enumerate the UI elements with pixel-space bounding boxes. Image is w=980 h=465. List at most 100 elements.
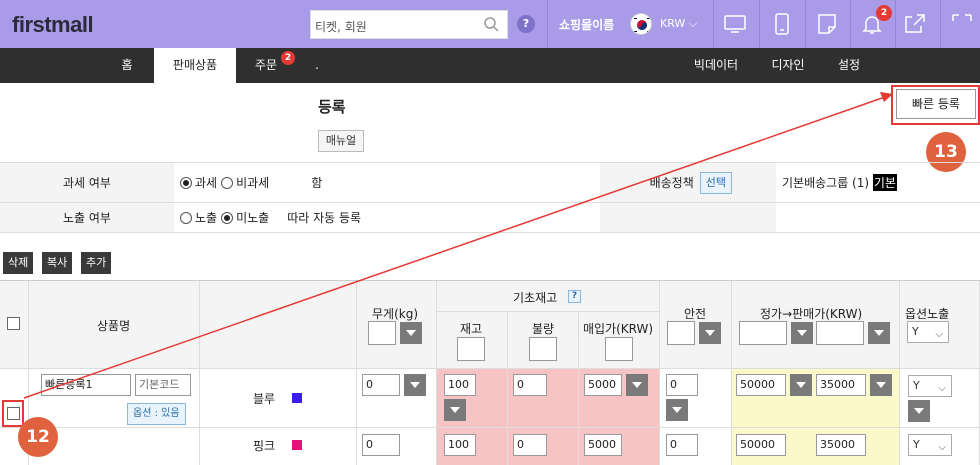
tax-on-label: 과세 — [195, 176, 218, 190]
sale-price-batch-input[interactable] — [816, 321, 864, 345]
row1-purchase-dropdown[interactable] — [626, 374, 648, 396]
defect-batch-input[interactable] — [529, 337, 557, 361]
purchase-batch-input[interactable] — [605, 337, 633, 361]
menu-design[interactable]: 디자인 — [760, 48, 816, 83]
menu-home[interactable]: 홈 — [108, 48, 146, 83]
menu-bigdata[interactable]: 빅데이터 — [682, 48, 750, 83]
tax-off-label: 비과세 — [236, 176, 270, 190]
blue-swatch — [292, 393, 302, 403]
weight-batch-input[interactable] — [368, 321, 396, 345]
row2-stock-input[interactable]: 100 — [444, 434, 476, 456]
row2-list-price-input[interactable]: 50000 — [736, 434, 786, 456]
external-link-icon[interactable] — [903, 12, 927, 36]
help-icon[interactable]: ? — [568, 290, 581, 303]
divider — [940, 0, 941, 48]
row2-option-display-value: Y — [913, 438, 920, 451]
tax-on-radio[interactable] — [180, 176, 192, 189]
row1-option-display-cell: Y ⌵ — [900, 369, 980, 428]
header-weight: 무게(kg) — [372, 307, 419, 321]
header-product-name: 상품명 — [97, 319, 131, 333]
row2-safety-cell: 0 — [660, 428, 732, 465]
divider — [850, 0, 851, 48]
mobile-icon[interactable] — [770, 12, 794, 36]
product-option-table: 상품명 무게(kg) 기초재고 ? 재고 불량 매입가(KRW) 안전 정가→판… — [0, 280, 980, 465]
row1-option-display-dropdown[interactable] — [908, 400, 930, 422]
expand-icon[interactable] — [950, 12, 974, 36]
list-price-batch-input[interactable] — [739, 321, 787, 345]
row1-defect-input[interactable]: 0 — [513, 374, 547, 396]
row1-list-price-dropdown[interactable] — [790, 374, 812, 396]
manual-button[interactable]: 매뉴얼 — [318, 130, 364, 152]
row1-safety-input[interactable]: 0 — [666, 374, 698, 396]
row1-defect-cell: 0 — [508, 369, 579, 428]
row2-option-display-select[interactable]: Y ⌵ — [908, 434, 952, 456]
row1-weight-input[interactable]: 0 — [362, 374, 400, 396]
row2-safety-input[interactable]: 0 — [666, 434, 698, 456]
divider — [805, 0, 806, 48]
list-price-batch-dropdown[interactable] — [791, 322, 813, 344]
search-icon[interactable] — [483, 16, 499, 32]
header-purchase-cell: 매입가(KRW) — [579, 312, 660, 369]
row1-option-display-value: Y — [913, 379, 920, 392]
row2-weight-input[interactable]: 0 — [362, 434, 400, 456]
row1-stock-dropdown[interactable] — [444, 399, 466, 421]
display-on-radio[interactable] — [180, 211, 192, 224]
option-badge[interactable]: 옵션 : 있음 — [127, 403, 186, 425]
row1-price-cell: 50000 35000 — [732, 369, 900, 428]
empty-label-cell — [600, 203, 776, 232]
currency-selector[interactable]: KRW ⌵ — [660, 17, 697, 31]
row2-sale-price-input[interactable]: 35000 — [816, 434, 866, 456]
row1-option-cell: 블루 — [200, 369, 357, 428]
shop-name[interactable]: 쇼핑몰이름 — [559, 16, 614, 33]
header-safety-cell: 안전 — [660, 281, 732, 369]
row1-stock-input[interactable]: 100 — [444, 374, 476, 396]
sale-price-batch-dropdown[interactable] — [868, 322, 890, 344]
tax-row: 과세 여부 과세 비과세 함 배송정책 선택 기본배송그룹 (1) 기본 — [0, 162, 980, 202]
stock-batch-input[interactable] — [457, 337, 485, 361]
display-off-radio[interactable] — [221, 211, 234, 224]
row1-sale-price-input[interactable]: 35000 — [816, 374, 866, 396]
weight-batch-dropdown[interactable] — [400, 322, 422, 344]
safety-batch-dropdown[interactable] — [699, 322, 721, 344]
display-on-label: 노출 — [195, 211, 218, 225]
search-box[interactable]: 티켓, 회원 — [310, 10, 508, 39]
korea-flag-icon[interactable] — [630, 13, 652, 35]
safety-batch-input[interactable] — [667, 321, 695, 345]
row2-purchase-cell: 5000 — [579, 428, 660, 465]
header-stock: 재고 — [460, 322, 483, 336]
row1-purchase-cell: 5000 — [579, 369, 660, 428]
add-button[interactable]: 추가 — [81, 252, 112, 274]
row2-defect-cell: 0 — [508, 428, 579, 465]
header-base-stock: 기초재고 — [513, 291, 558, 305]
row1-safety-dropdown[interactable] — [666, 399, 688, 421]
menu-settings[interactable]: 설정 — [826, 48, 872, 83]
logo[interactable]: firstmall — [12, 12, 94, 38]
row1-weight-cell: 0 — [357, 369, 437, 428]
shipping-value: 기본배송그룹 (1) 기본 — [782, 163, 897, 202]
select-all-checkbox[interactable] — [7, 317, 20, 330]
delete-button[interactable]: 삭제 — [3, 252, 34, 274]
note-icon[interactable] — [815, 12, 839, 36]
row2-purchase-input[interactable]: 5000 — [584, 434, 622, 456]
menu-products[interactable]: 판매상품 — [154, 48, 236, 83]
copy-button[interactable]: 복사 — [42, 252, 73, 274]
product-name-input[interactable]: 빠른등록1 — [41, 374, 131, 396]
tax-label: 과세 여부 — [0, 163, 174, 202]
row1-sale-price-dropdown[interactable] — [870, 374, 892, 396]
option-display-batch-select[interactable]: Y ⌵ — [907, 321, 949, 343]
menu-more[interactable]: . — [310, 48, 324, 83]
shipping-select-button[interactable]: 선택 — [699, 171, 732, 194]
monitor-icon[interactable] — [723, 12, 747, 36]
row1-list-price-input[interactable]: 50000 — [736, 374, 786, 396]
row1-option-display-select[interactable]: Y ⌵ — [908, 375, 952, 397]
header-purchase: 매입가(KRW) — [583, 322, 654, 336]
product-code-input[interactable]: 기본코드 — [135, 374, 191, 396]
display-off-label: 미노출 — [236, 211, 270, 225]
help-icon[interactable]: ? — [517, 15, 535, 33]
row2-defect-input[interactable]: 0 — [513, 434, 547, 456]
row1-purchase-input[interactable]: 5000 — [584, 374, 622, 396]
tax-off-radio[interactable] — [221, 176, 234, 189]
header-option-display-cell: 옵션노출 Y ⌵ — [900, 281, 980, 369]
row1-weight-dropdown[interactable] — [404, 374, 426, 396]
row2-option-display-cell: Y ⌵ — [900, 428, 980, 465]
